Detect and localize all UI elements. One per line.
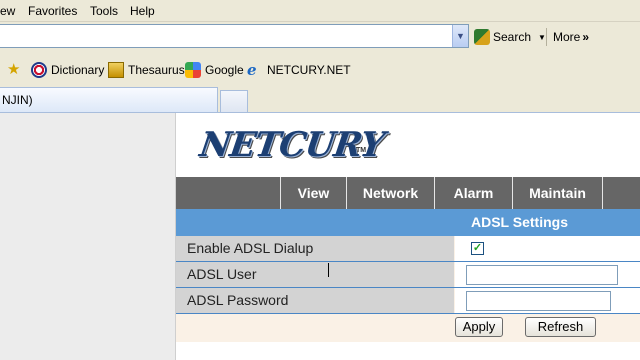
page-content: NETCURY TM View Network Alarm Maintain A…: [0, 112, 640, 360]
link-label: Thesaurus: [128, 63, 185, 77]
search-label: Search: [493, 30, 532, 44]
tab-title: NJIN): [2, 93, 33, 107]
enable-dialup-label: Enable ADSL Dialup: [176, 236, 454, 261]
left-pane: [0, 113, 176, 360]
link-thesaurus[interactable]: Thesaurus: [108, 62, 185, 78]
apply-button[interactable]: Apply: [455, 317, 503, 337]
nav-maintain[interactable]: Maintain: [512, 177, 602, 209]
google-icon: [185, 62, 201, 78]
row-adsl-user: ADSL User: [176, 262, 640, 288]
link-label: Google: [205, 63, 244, 77]
netcury-logo: NETCURY: [197, 125, 387, 165]
link-label: NETCURY.NET: [267, 63, 351, 77]
adsl-password-label: ADSL Password: [176, 288, 454, 313]
adsl-password-cell: [455, 288, 640, 313]
menu-tools[interactable]: Tools: [90, 4, 118, 18]
link-google[interactable]: Google: [185, 62, 244, 78]
toolbar-separator: [546, 28, 547, 46]
tab-bar: NJIN): [0, 86, 640, 112]
menu-help[interactable]: Help: [130, 4, 155, 18]
adsl-password-input[interactable]: [466, 291, 611, 311]
row-enable-dialup: Enable ADSL Dialup ✓: [176, 236, 640, 262]
tab-active[interactable]: NJIN): [0, 87, 218, 112]
dictionary-icon: [31, 62, 47, 78]
new-tab-button[interactable]: [220, 90, 248, 112]
nav-network[interactable]: Network: [346, 177, 434, 209]
nav-view[interactable]: View: [280, 177, 346, 209]
ie-page-icon: e: [247, 61, 257, 79]
link-label: Dictionary: [51, 63, 105, 77]
link-dictionary[interactable]: Dictionary: [31, 62, 104, 78]
address-dropdown-button[interactable]: ▼: [452, 25, 468, 47]
double-chevron-right-icon: »: [582, 30, 590, 44]
section-title: ADSL Settings: [471, 214, 568, 230]
trademark-mark: TM: [356, 147, 367, 154]
search-icon: [474, 29, 490, 45]
nav-alarm[interactable]: Alarm: [434, 177, 512, 209]
search-button[interactable]: Search ▼: [474, 26, 546, 48]
adsl-user-label: ADSL User: [176, 262, 454, 287]
more-button[interactable]: More »: [553, 26, 589, 48]
more-label: More: [553, 30, 581, 44]
menu-view[interactable]: ew: [0, 4, 15, 18]
enable-dialup-checkbox[interactable]: ✓: [471, 242, 484, 255]
chevron-down-icon: ▼: [538, 32, 546, 42]
refresh-button[interactable]: Refresh: [525, 317, 596, 337]
add-favorite-icon: ★: [7, 61, 21, 78]
favorites-star-button[interactable]: ★: [7, 62, 23, 78]
adsl-user-input[interactable]: [466, 265, 618, 285]
row-adsl-password: ADSL Password: [176, 288, 640, 314]
links-bar: ★ Dictionary Thesaurus Google e NETCURY.…: [0, 56, 640, 84]
nav-item-cutoff[interactable]: [602, 177, 640, 209]
adsl-user-cell: [455, 262, 640, 287]
thesaurus-icon: [108, 62, 124, 78]
router-nav: View Network Alarm Maintain: [176, 177, 640, 209]
menu-favorites[interactable]: Favorites: [28, 4, 77, 18]
enable-dialup-cell: ✓: [455, 236, 640, 261]
address-input[interactable]: [0, 24, 469, 48]
text-cursor-icon: [328, 263, 329, 277]
menu-bar: ew Favorites Tools Help: [0, 0, 640, 22]
link-netcury[interactable]: e NETCURY.NET: [247, 62, 351, 78]
section-header: ADSL Settings: [176, 209, 640, 236]
address-bar: ▼ Search ▼ More »: [0, 22, 640, 50]
